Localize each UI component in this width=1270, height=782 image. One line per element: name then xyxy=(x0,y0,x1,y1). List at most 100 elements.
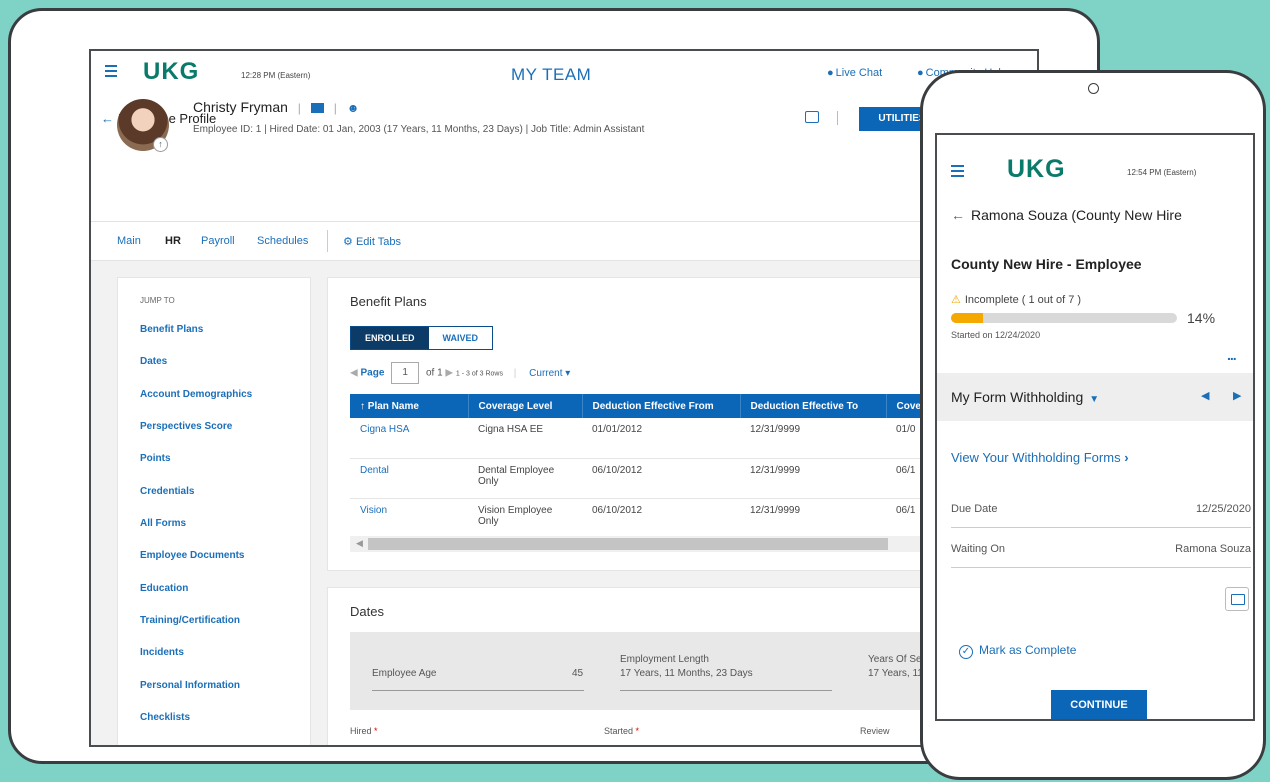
from-cell: 01/01/2012 xyxy=(582,418,740,459)
column-header-deduction-from[interactable]: Deduction Effective From xyxy=(582,394,741,418)
edit-tabs-label: Edit Tabs xyxy=(355,236,401,248)
person-icon[interactable]: ☻ xyxy=(347,101,360,115)
comment-icon[interactable] xyxy=(1225,587,1249,611)
section-dropdown[interactable]: My Form Withholding ▼ xyxy=(951,389,1099,405)
mark-complete-button[interactable]: ✓ Mark as Complete xyxy=(959,643,1076,659)
chat-bubble-icon: ● xyxy=(827,67,834,79)
jump-item-perspectives-score[interactable]: Perspectives Score xyxy=(140,421,232,432)
desktop-screen: UKG 12:28 PM (Eastern) MY TEAM ● Live Cha… xyxy=(89,49,1039,747)
plan-name-link[interactable]: Vision xyxy=(350,498,468,539)
checklist-title: County New Hire - Employee xyxy=(951,256,1142,272)
back-arrow-icon: ← xyxy=(101,111,114,126)
progress-fill xyxy=(951,313,983,323)
started-date: Started on 12/24/2020 xyxy=(951,330,1041,340)
employment-length-value: 17 Years, 11 Months, 23 Days xyxy=(620,668,753,679)
filter-label: Current xyxy=(529,367,563,379)
page-of: of 1 xyxy=(425,367,443,379)
view-forms-link[interactable]: View Your Withholding Forms › xyxy=(951,450,1129,465)
clock-time: 12:54 PM (Eastern) xyxy=(1127,168,1197,177)
view-forms-label: View Your Withholding Forms xyxy=(951,450,1121,465)
jump-item-credentials[interactable]: Credentials xyxy=(140,486,194,497)
tab-hr[interactable]: HR xyxy=(165,235,181,247)
waived-tab[interactable]: WAIVED xyxy=(429,327,493,349)
jump-item-training[interactable]: Training/Certification xyxy=(140,615,240,626)
comment-icon[interactable] xyxy=(805,111,819,123)
employee-age-label: Employee Age xyxy=(372,668,437,679)
employee-age-value: 45 xyxy=(572,668,584,679)
sort-up-icon: ↑ xyxy=(360,400,365,412)
column-header-coverage-level[interactable]: Coverage Level xyxy=(468,394,583,418)
due-date-row: Due Date 12/25/2020 xyxy=(951,503,1251,515)
table-header-row: ↑ Plan Name Coverage Level Deduction Eff… xyxy=(350,394,943,418)
mail-icon[interactable] xyxy=(310,103,324,114)
to-cell: 12/31/9999 xyxy=(740,418,886,459)
next-page-icon[interactable]: ▶ xyxy=(445,368,453,379)
coverage-cell: Dental Employee Only xyxy=(468,458,582,499)
page-title: MY TEAM xyxy=(511,65,592,84)
jump-item-employee-documents[interactable]: Employee Documents xyxy=(140,550,244,561)
mobile-screen: UKG 12:54 PM (Eastern) ← Ramona Souza (Co… xyxy=(935,133,1255,721)
back-label: Ramona Souza (County New Hire xyxy=(971,207,1182,223)
next-section-icon[interactable]: ▶ xyxy=(1233,389,1241,402)
review-label: Review xyxy=(860,726,890,736)
benefit-plans-title: Benefit Plans xyxy=(350,294,427,309)
more-options-icon[interactable]: ... xyxy=(1227,347,1237,363)
live-chat-link[interactable]: ● Live Chat xyxy=(827,67,882,79)
divider xyxy=(951,527,1251,528)
divider xyxy=(620,690,832,691)
table-row: Vision Vision Employee Only 06/10/2012 1… xyxy=(350,498,942,539)
employee-name: Christy Fryman xyxy=(193,99,288,115)
ukg-logo: UKG xyxy=(1007,155,1066,183)
warning-icon: ⚠ xyxy=(951,294,961,306)
continue-button[interactable]: CONTINUE xyxy=(1051,690,1147,719)
jump-item-benefit-plans[interactable]: Benefit Plans xyxy=(140,324,203,335)
edit-tabs-button[interactable]: ⚙ Edit Tabs xyxy=(343,235,401,248)
filter-dropdown[interactable]: Current ▾ xyxy=(529,368,570,379)
jump-item-dates[interactable]: Dates xyxy=(140,356,167,367)
mark-complete-label: Mark as Complete xyxy=(979,643,1077,657)
required-marker: * xyxy=(635,726,640,736)
prev-section-icon[interactable]: ◀ xyxy=(1201,389,1209,402)
employee-name-row: Christy Fryman | | ☻ xyxy=(193,99,359,115)
coverage-cell: Cigna HSA EE xyxy=(468,418,582,459)
clock-time: 12:28 PM (Eastern) xyxy=(241,71,311,80)
column-header-plan-name[interactable]: ↑ Plan Name xyxy=(350,394,469,418)
scrollbar-thumb[interactable] xyxy=(368,538,888,550)
tab-main[interactable]: Main xyxy=(117,235,141,247)
enrolled-tab[interactable]: ENROLLED xyxy=(351,327,429,349)
table-row: Dental Dental Employee Only 06/10/2012 1… xyxy=(350,458,942,499)
plan-name-link[interactable]: Cigna HSA xyxy=(350,418,468,459)
jump-item-incidents[interactable]: Incidents xyxy=(140,647,184,658)
back-link[interactable]: ← Ramona Souza (County New Hire xyxy=(951,207,1182,223)
plan-name-link[interactable]: Dental xyxy=(350,458,468,499)
jump-item-personal-information[interactable]: Personal Information xyxy=(140,680,240,691)
benefit-plans-table: ↑ Plan Name Coverage Level Deduction Eff… xyxy=(350,394,943,539)
tab-schedules[interactable]: Schedules xyxy=(257,235,308,247)
jump-item-all-forms[interactable]: All Forms xyxy=(140,518,186,529)
jump-item-education[interactable]: Education xyxy=(140,583,188,594)
prev-page-icon[interactable]: ◀ xyxy=(350,368,358,379)
scroll-left-icon[interactable]: ◀ xyxy=(356,538,363,549)
from-cell: 06/10/2012 xyxy=(582,458,740,499)
menu-icon[interactable] xyxy=(951,165,964,180)
chevron-right-icon: › xyxy=(1124,450,1129,465)
to-cell: 12/31/9999 xyxy=(740,498,886,539)
started-label-text: Started xyxy=(604,726,634,736)
column-header-deduction-to[interactable]: Deduction Effective To xyxy=(740,394,887,418)
divider xyxy=(951,567,1251,568)
menu-icon[interactable] xyxy=(105,65,117,80)
pager: ◀ Page 1 of 1 ▶ 1 - 3 of 3 Rows | Curren… xyxy=(350,362,570,384)
jump-item-points[interactable]: Points xyxy=(140,453,171,464)
jump-item-checklists[interactable]: Checklists xyxy=(140,712,190,723)
divider: | xyxy=(297,101,301,115)
tab-payroll[interactable]: Payroll xyxy=(201,235,235,247)
divider xyxy=(327,230,328,252)
upload-photo-icon[interactable]: ↑ xyxy=(153,137,168,152)
jump-item-account-demographics[interactable]: Account Demographics xyxy=(140,389,252,400)
from-cell: 06/10/2012 xyxy=(582,498,740,539)
jump-to-header: JUMP TO xyxy=(140,296,175,305)
page-input[interactable]: 1 xyxy=(391,362,420,384)
camera-icon xyxy=(1088,83,1099,94)
divider: | xyxy=(333,101,337,115)
column-label: Plan Name xyxy=(367,400,419,412)
